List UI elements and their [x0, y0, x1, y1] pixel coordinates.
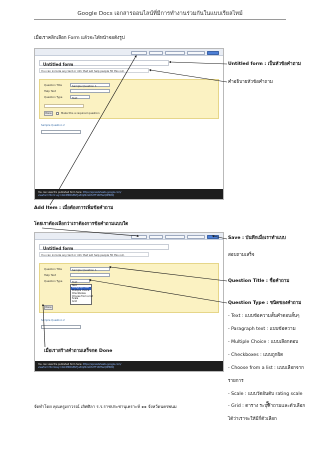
arrow-add-item	[49, 54, 137, 206]
arrow-question-type	[88, 279, 228, 304]
arrow-intro2	[41, 227, 140, 238]
annotation-arrows	[41, 54, 228, 348]
arrow-save	[211, 235, 228, 240]
arrow-form-description	[148, 68, 228, 83]
arrow-untitled-form	[168, 60, 228, 65]
arrow-done	[41, 303, 46, 348]
arrow-question-title	[108, 265, 228, 282]
